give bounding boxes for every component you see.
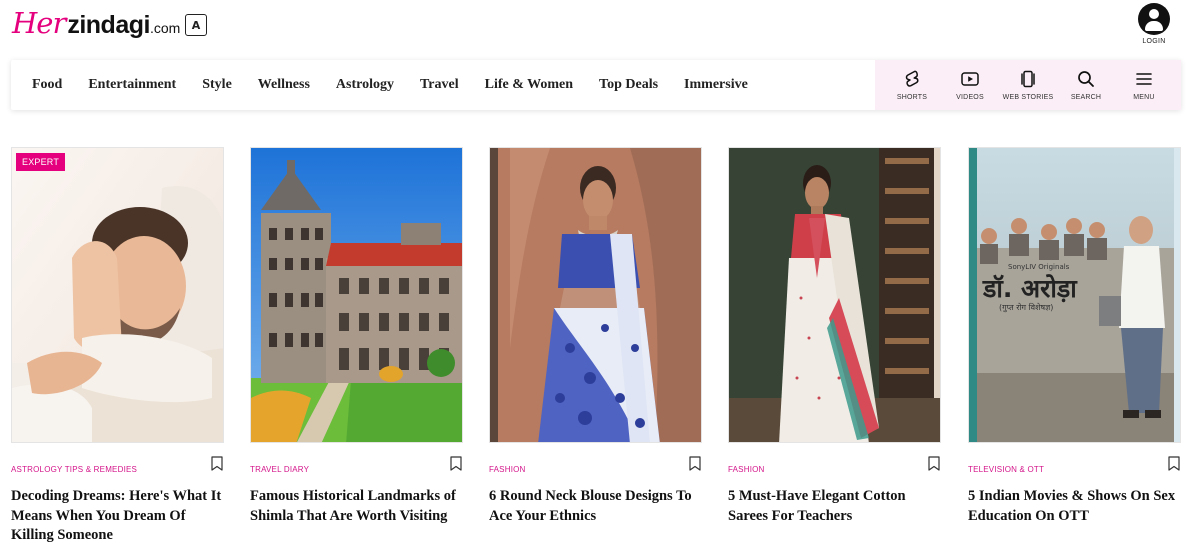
dr-arora-poster-photo: SonyLIV Originals डॉ. अरोड़ा (गुप्त रोग …	[969, 148, 1180, 442]
top-header: Her zindagi .com A LOGIN	[0, 0, 1200, 58]
article-thumbnail[interactable]: EXPERT	[11, 147, 224, 443]
web-stories-button[interactable]: WEB STORIES	[1000, 69, 1056, 101]
article-title[interactable]: 5 Must-Have Elegant Cotton Sarees For Te…	[728, 487, 941, 526]
nav-link-immersive[interactable]: Immersive	[671, 77, 761, 93]
nav-link-top-deals[interactable]: Top Deals	[586, 77, 671, 93]
nav-links: Food Entertainment Style Wellness Astrol…	[11, 60, 761, 110]
article-title[interactable]: Famous Historical Landmarks of Shimla Th…	[250, 487, 463, 526]
logo-zindagi: zindagi	[67, 11, 150, 39]
article-thumbnail[interactable]: SonyLIV Originals डॉ. अरोड़ा (गुप्त रोग …	[968, 147, 1181, 443]
videos-button[interactable]: VIDEOS	[942, 69, 998, 101]
bookmark-icon[interactable]	[928, 456, 940, 471]
article-category[interactable]: TRAVEL DIARY	[250, 465, 309, 474]
nav-link-wellness[interactable]: Wellness	[245, 77, 323, 93]
poster-tagline: (गुप्त रोग विशेषज्ञ)	[999, 302, 1053, 313]
article-title[interactable]: 6 Round Neck Blouse Designs To Ace Your …	[489, 487, 702, 526]
translate-icon[interactable]: A	[185, 14, 207, 36]
expert-badge: EXPERT	[16, 153, 66, 171]
nav-link-style[interactable]: Style	[189, 77, 245, 93]
article-thumbnail[interactable]	[250, 147, 463, 443]
woman-blue-saree-photo	[490, 148, 701, 442]
login-button[interactable]: LOGIN	[1136, 3, 1172, 45]
poster-title: डॉ. अरोड़ा	[982, 274, 1078, 303]
article-category[interactable]: ASTROLOGY TIPS & REMEDIES	[11, 465, 137, 474]
search-label: SEARCH	[1070, 94, 1102, 101]
web-stories-icon	[1021, 70, 1035, 88]
logo-her: Her	[12, 6, 66, 40]
login-label: LOGIN	[1142, 38, 1166, 45]
woman-cotton-saree-photo	[729, 148, 940, 442]
search-button[interactable]: SEARCH	[1058, 69, 1114, 101]
nav-tools: SHORTS VIDEOS WEB STORIES SEARCH MENU	[875, 60, 1181, 110]
bookmark-icon[interactable]	[450, 456, 462, 471]
main-nav: Food Entertainment Style Wellness Astrol…	[11, 60, 1181, 110]
logo-com: .com	[149, 20, 181, 36]
nav-link-astrology[interactable]: Astrology	[323, 77, 407, 93]
nav-link-travel[interactable]: Travel	[407, 77, 472, 93]
article-thumbnail[interactable]	[728, 147, 941, 443]
article-category[interactable]: FASHION	[489, 465, 526, 474]
video-play-icon	[961, 72, 979, 86]
bookmark-icon[interactable]	[1168, 456, 1180, 471]
shorts-label: SHORTS	[896, 94, 928, 101]
search-icon	[1078, 71, 1094, 87]
user-avatar-icon	[1138, 3, 1170, 35]
article-title[interactable]: Decoding Dreams: Here's What It Means Wh…	[11, 487, 224, 544]
translate-glyph: A	[191, 18, 201, 32]
bookmark-icon[interactable]	[689, 456, 701, 471]
shorts-icon	[905, 70, 919, 87]
nav-link-food[interactable]: Food	[11, 77, 75, 93]
site-logo[interactable]: Her zindagi .com	[12, 6, 180, 44]
article-thumbnail[interactable]	[489, 147, 702, 443]
article-grid: EXPERT ASTROLOGY TIPS & REMEDIES Decodin…	[11, 147, 1200, 544]
videos-label: VIDEOS	[956, 94, 984, 101]
article-title[interactable]: 5 Indian Movies & Shows On Sex Education…	[968, 487, 1181, 526]
shorts-button[interactable]: SHORTS	[884, 69, 940, 101]
shimla-heritage-building-photo	[251, 148, 462, 442]
bookmark-icon[interactable]	[211, 456, 223, 471]
menu-button[interactable]: MENU	[1116, 69, 1172, 101]
poster-channel: SonyLIV Originals	[1008, 263, 1070, 271]
article-category[interactable]: FASHION	[728, 465, 765, 474]
hamburger-menu-icon	[1136, 73, 1152, 85]
man-sleeping-photo	[12, 148, 223, 442]
article-category[interactable]: TELEVISION & OTT	[968, 465, 1044, 474]
nav-link-life-women[interactable]: Life & Women	[472, 77, 586, 93]
web-stories-label: WEB STORIES	[1002, 94, 1054, 101]
nav-link-entertainment[interactable]: Entertainment	[75, 77, 189, 93]
menu-label: MENU	[1133, 94, 1155, 101]
